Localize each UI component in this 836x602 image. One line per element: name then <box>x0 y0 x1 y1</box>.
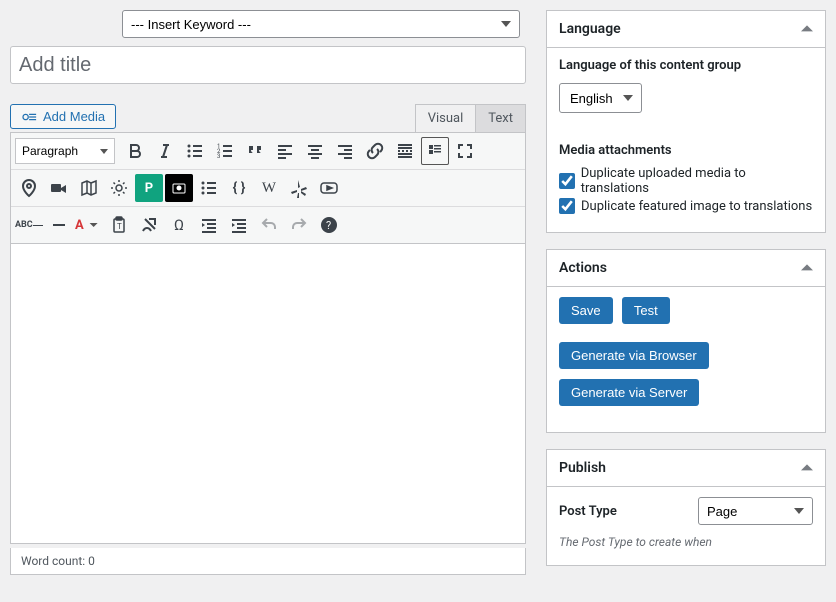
camera-box-icon[interactable] <box>165 174 193 202</box>
media-attachments-heading: Media attachments <box>559 143 813 158</box>
language-select[interactable]: English <box>559 83 642 113</box>
indent-icon[interactable] <box>225 211 253 239</box>
add-media-label: Add Media <box>43 109 105 124</box>
location-icon[interactable] <box>15 174 43 202</box>
read-more-icon[interactable] <box>391 137 419 165</box>
horizontal-rule-icon[interactable] <box>45 211 73 239</box>
spellcheck-icon[interactable]: ABC <box>15 211 43 239</box>
paste-icon[interactable]: T <box>105 211 133 239</box>
redo-icon[interactable] <box>285 211 313 239</box>
generate-browser-button[interactable]: Generate via Browser <box>559 342 709 369</box>
list-ul-icon[interactable] <box>181 137 209 165</box>
duplicate-media-label: Duplicate uploaded media to translations <box>581 166 813 196</box>
post-type-label: Post Type <box>559 504 617 519</box>
help-icon[interactable]: ? <box>315 211 343 239</box>
svg-text:3: 3 <box>217 153 220 160</box>
content-group-label: Language of this content group <box>559 58 813 73</box>
quote-icon[interactable] <box>241 137 269 165</box>
brightness-icon[interactable] <box>105 174 133 202</box>
clear-format-icon[interactable] <box>135 211 163 239</box>
content-editor[interactable] <box>10 244 526 544</box>
video-camera-icon[interactable] <box>45 174 73 202</box>
map-icon[interactable] <box>75 174 103 202</box>
undo-icon[interactable] <box>255 211 283 239</box>
duplicate-featured-label: Duplicate featured image to translations <box>581 199 812 214</box>
align-left-icon[interactable] <box>271 137 299 165</box>
publish-panel-title: Publish <box>559 460 606 476</box>
post-type-select[interactable]: Page <box>698 497 813 525</box>
text-color-icon[interactable]: A <box>75 211 103 239</box>
test-button[interactable]: Test <box>622 297 670 324</box>
youtube-icon[interactable] <box>315 174 343 202</box>
braces-icon[interactable]: { } <box>225 174 253 202</box>
duplicate-featured-checkbox[interactable] <box>559 198 575 214</box>
tab-visual[interactable]: Visual <box>415 104 477 132</box>
word-count: Word count: 0 <box>10 548 526 575</box>
media-icon <box>21 110 39 124</box>
collapse-icon[interactable] <box>801 23 813 35</box>
svg-text:T: T <box>117 222 122 231</box>
tab-text[interactable]: Text <box>475 104 526 132</box>
align-right-icon[interactable] <box>331 137 359 165</box>
outdent-icon[interactable] <box>195 211 223 239</box>
special-char-icon[interactable]: Ω <box>165 211 193 239</box>
post-type-help: The Post Type to create when <box>559 535 813 549</box>
collapse-icon[interactable] <box>801 262 813 274</box>
generate-server-button[interactable]: Generate via Server <box>559 379 699 406</box>
list-icon[interactable] <box>195 174 223 202</box>
collapse-icon[interactable] <box>801 462 813 474</box>
fullscreen-icon[interactable] <box>451 137 479 165</box>
wikipedia-icon[interactable]: W <box>255 174 283 202</box>
title-input[interactable] <box>10 46 526 84</box>
actions-panel: Actions Save Test Generate via Browser G… <box>546 249 826 433</box>
duplicate-media-checkbox[interactable] <box>559 173 575 189</box>
keyword-select[interactable]: --- Insert Keyword --- <box>122 10 520 38</box>
bold-icon[interactable] <box>121 137 149 165</box>
language-panel: Language Language of this content group … <box>546 10 826 233</box>
language-panel-title: Language <box>559 21 621 37</box>
format-select[interactable]: Paragraph <box>15 138 115 164</box>
italic-icon[interactable] <box>151 137 179 165</box>
parking-icon[interactable]: P <box>135 174 163 202</box>
link-icon[interactable] <box>361 137 389 165</box>
actions-panel-title: Actions <box>559 260 607 276</box>
list-ol-icon[interactable]: 123 <box>211 137 239 165</box>
align-center-icon[interactable] <box>301 137 329 165</box>
yelp-icon[interactable] <box>285 174 313 202</box>
toolbar-toggle-icon[interactable] <box>421 137 449 165</box>
svg-text:?: ? <box>326 219 331 232</box>
publish-panel: Publish Post Type Page The Post Type to … <box>546 449 826 566</box>
save-button[interactable]: Save <box>559 297 613 324</box>
add-media-button[interactable]: Add Media <box>10 104 116 129</box>
